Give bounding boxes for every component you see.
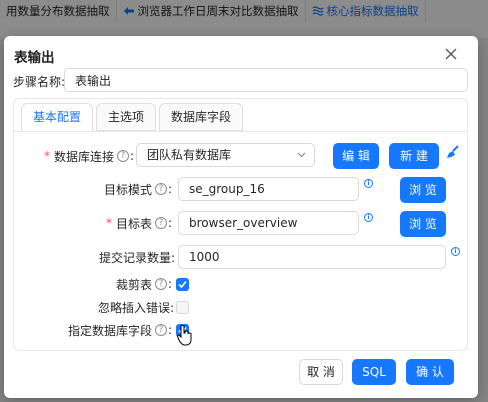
colon: : bbox=[167, 323, 172, 337]
info-circle-icon[interactable]: i bbox=[364, 179, 373, 188]
target-schema-label: 目标模式 ? : bbox=[24, 182, 172, 197]
question-circle-icon[interactable]: ? bbox=[154, 217, 167, 229]
specify-db-fields-label: 指定数据库字段 ? : bbox=[24, 323, 172, 338]
specify-db-fields-text: 指定数据库字段 bbox=[67, 323, 152, 338]
target-schema-text: 目标模式 bbox=[103, 182, 152, 197]
colon: : bbox=[129, 149, 134, 163]
question-circle-icon[interactable]: ? bbox=[154, 183, 167, 195]
question-circle-icon[interactable]: ? bbox=[116, 150, 129, 162]
edit-button[interactable]: 编 辑 bbox=[333, 143, 379, 169]
db-connection-text: 数据库连接 bbox=[53, 149, 114, 164]
new-button[interactable]: 新 建 bbox=[389, 143, 439, 169]
tab-database-fields[interactable]: 数据库字段 bbox=[159, 103, 244, 131]
colon: : bbox=[167, 182, 172, 196]
table-output-dialog: 表输出 步骤名称: 基本配置 主选项 数据库字段 * 数据库连接 ? : 团队私… bbox=[4, 36, 478, 398]
info-circle-icon[interactable]: i bbox=[364, 213, 373, 222]
required-mark: * bbox=[43, 149, 50, 163]
broom-icon[interactable] bbox=[444, 144, 460, 160]
browse-schema-button[interactable]: 浏 览 bbox=[400, 177, 446, 203]
target-table-label: * 目标表 ? : bbox=[24, 216, 172, 231]
commit-size-input[interactable] bbox=[178, 245, 446, 269]
truncate-table-label: 裁剪表 ? : bbox=[24, 277, 172, 292]
target-schema-input[interactable] bbox=[178, 177, 359, 201]
db-connection-value: 团队私有数据库 bbox=[147, 148, 232, 162]
required-mark: * bbox=[105, 216, 112, 230]
info-circle-icon[interactable]: i bbox=[451, 247, 460, 256]
tab-main-options[interactable]: 主选项 bbox=[96, 103, 157, 131]
step-name-input[interactable] bbox=[64, 68, 468, 92]
ignore-insert-errors-checkbox[interactable] bbox=[176, 301, 189, 314]
target-table-text: 目标表 bbox=[115, 216, 152, 231]
truncate-table-checkbox[interactable] bbox=[176, 278, 189, 291]
step-name-label: 步骤名称: bbox=[13, 75, 66, 89]
close-icon[interactable] bbox=[444, 47, 458, 61]
db-connection-label: * 数据库连接 ? : bbox=[24, 149, 134, 164]
config-tabs: 基本配置 主选项 数据库字段 bbox=[21, 103, 246, 131]
tab-divider bbox=[14, 131, 467, 132]
browse-table-button[interactable]: 浏 览 bbox=[400, 211, 446, 237]
chevron-down-icon bbox=[297, 152, 306, 158]
check-icon bbox=[178, 280, 187, 289]
tab-basic-config[interactable]: 基本配置 bbox=[21, 103, 94, 131]
question-circle-icon[interactable]: ? bbox=[154, 278, 167, 290]
db-connection-select[interactable]: 团队私有数据库 bbox=[136, 143, 315, 167]
colon: : bbox=[167, 277, 172, 291]
confirm-button[interactable]: 确 认 bbox=[406, 359, 454, 385]
colon: : bbox=[167, 216, 172, 230]
hand-pointer-icon bbox=[176, 325, 192, 346]
dialog-title: 表输出 bbox=[14, 50, 55, 66]
ignore-insert-errors-label: 忽略插入错误: bbox=[97, 300, 174, 315]
cancel-button[interactable]: 取 消 bbox=[299, 359, 343, 385]
commit-size-label: 提交记录数量: bbox=[98, 250, 175, 265]
sql-button[interactable]: SQL bbox=[352, 359, 396, 385]
question-circle-icon[interactable]: ? bbox=[154, 324, 167, 336]
truncate-table-text: 裁剪表 bbox=[115, 277, 152, 292]
target-table-input[interactable] bbox=[178, 211, 359, 235]
